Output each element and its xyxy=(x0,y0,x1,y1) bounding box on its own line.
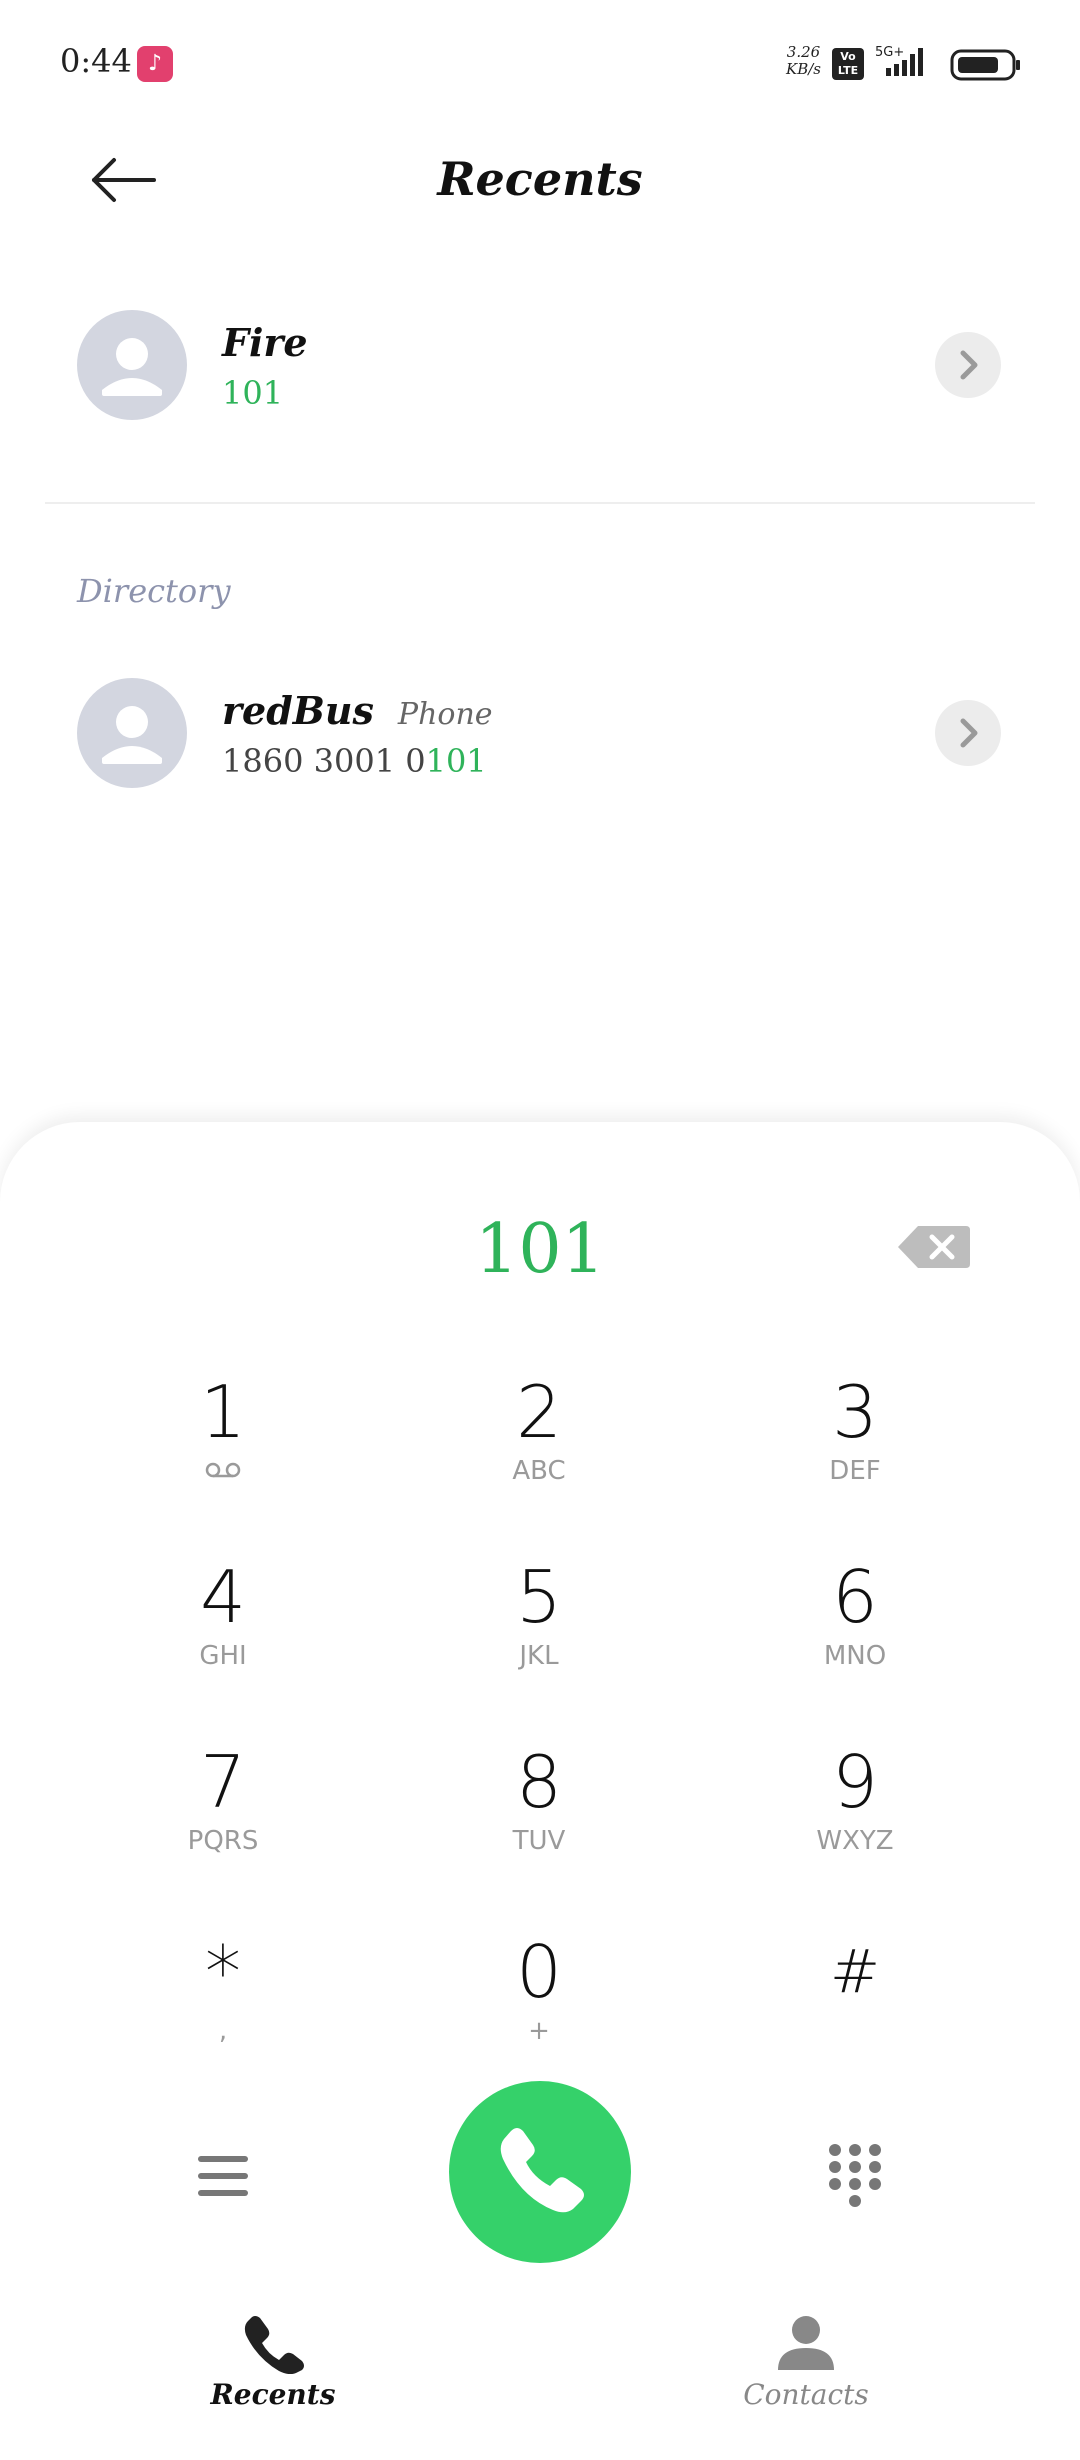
contact-number: 101 xyxy=(222,374,283,412)
key-letters: WXYZ xyxy=(816,1826,894,1856)
key-7[interactable]: 7 PQRS xyxy=(123,1740,323,1890)
notification-app-icon: ♪ xyxy=(137,46,173,82)
key-digit: 7 xyxy=(200,1740,246,1824)
key-hash[interactable]: # xyxy=(755,1930,955,2080)
key-digit: 4 xyxy=(200,1555,246,1639)
phone-icon xyxy=(500,2128,584,2213)
key-letters: ABC xyxy=(512,1456,566,1486)
key-digit: 9 xyxy=(832,1740,878,1824)
network-type-label: 5G+ xyxy=(875,45,904,60)
key-digit: # xyxy=(829,1937,881,2007)
person-icon xyxy=(102,338,162,396)
key-letters: PQRS xyxy=(187,1826,259,1856)
contact-tag: Phone xyxy=(397,697,493,732)
key-1[interactable]: 1 xyxy=(123,1370,323,1520)
dialpad-icon xyxy=(829,2144,881,2207)
chevron-right-icon xyxy=(960,718,978,748)
tab-recents[interactable]: Recents xyxy=(173,2310,373,2420)
key-8[interactable]: 8 TUV xyxy=(439,1740,639,1890)
network-speed: 3.26 KB/s xyxy=(786,44,821,78)
contact-number: 1860 3001 0101 xyxy=(222,742,487,780)
contact-row-redbus[interactable]: redBus Phone 1860 3001 0101 xyxy=(0,658,1080,808)
key-5[interactable]: 5 JKL xyxy=(439,1555,639,1705)
menu-icon xyxy=(198,2156,248,2196)
tab-label: Recents xyxy=(210,2378,336,2411)
page-title: Recents xyxy=(437,152,643,206)
phone-icon xyxy=(244,2316,304,2374)
key-digit: 3 xyxy=(832,1370,878,1454)
key-letters: MNO xyxy=(823,1641,887,1671)
voicemail-icon xyxy=(205,1462,241,1478)
avatar xyxy=(77,678,187,788)
key-0[interactable]: 0 + xyxy=(439,1930,639,2080)
backspace-button[interactable] xyxy=(896,1222,972,1272)
number-plain: 1860 3001 0 xyxy=(222,742,426,780)
key-letters: GHI xyxy=(199,1641,247,1671)
key-digit: 5 xyxy=(516,1555,562,1639)
signal-icon: 5G+ xyxy=(875,45,923,76)
contact-details-button[interactable] xyxy=(935,700,1001,766)
contact-name: Fire xyxy=(222,320,308,365)
key-digit: 6 xyxy=(832,1555,878,1639)
key-letters: , xyxy=(218,2016,228,2046)
call-button[interactable] xyxy=(449,2081,631,2263)
key-digit: 8 xyxy=(516,1740,562,1824)
network-speed-unit: KB/s xyxy=(786,60,821,78)
status-time: 0:44 xyxy=(60,42,132,80)
key-6[interactable]: 6 MNO xyxy=(755,1555,955,1705)
key-digit: 0 xyxy=(516,1930,562,2014)
contact-name: redBus Phone xyxy=(222,688,493,733)
key-letters: JKL xyxy=(519,1641,559,1671)
status-bar: 0:44 ♪ 3.26 KB/s Vo LTE 5G+ xyxy=(0,0,1080,130)
divider xyxy=(45,502,1035,504)
tab-contacts[interactable]: Contacts xyxy=(706,2310,906,2420)
contact-details-button[interactable] xyxy=(935,332,1001,398)
backspace-icon xyxy=(898,1226,970,1268)
battery-icon xyxy=(950,49,1020,81)
key-digit: * xyxy=(205,1930,241,2014)
menu-button[interactable] xyxy=(194,2146,254,2206)
section-header-directory: Directory xyxy=(77,572,231,610)
dialpad-toggle-button[interactable] xyxy=(824,2140,886,2210)
number-match: 101 xyxy=(222,374,284,412)
key-3[interactable]: 3 DEF xyxy=(755,1370,955,1520)
key-4[interactable]: 4 GHI xyxy=(123,1555,323,1705)
person-icon xyxy=(778,2316,834,2370)
key-digit: 2 xyxy=(516,1370,562,1454)
chevron-right-icon xyxy=(960,350,978,380)
key-9[interactable]: 9 WXYZ xyxy=(755,1740,955,1890)
volte-icon: Vo LTE xyxy=(832,48,864,80)
tab-label: Contacts xyxy=(743,2378,869,2411)
key-letters: TUV xyxy=(512,1826,566,1856)
avatar xyxy=(77,310,187,420)
key-2[interactable]: 2 ABC xyxy=(439,1370,639,1520)
person-icon xyxy=(102,706,162,764)
key-letters: DEF xyxy=(829,1456,881,1486)
network-speed-value: 3.26 xyxy=(786,43,821,61)
contact-row-fire[interactable]: Fire 101 xyxy=(0,290,1080,440)
contact-name-text: redBus xyxy=(222,688,374,733)
key-digit: 1 xyxy=(200,1370,246,1454)
key-letters: + xyxy=(528,2016,550,2046)
key-star[interactable]: * , xyxy=(123,1930,323,2080)
number-match: 101 xyxy=(425,742,487,780)
